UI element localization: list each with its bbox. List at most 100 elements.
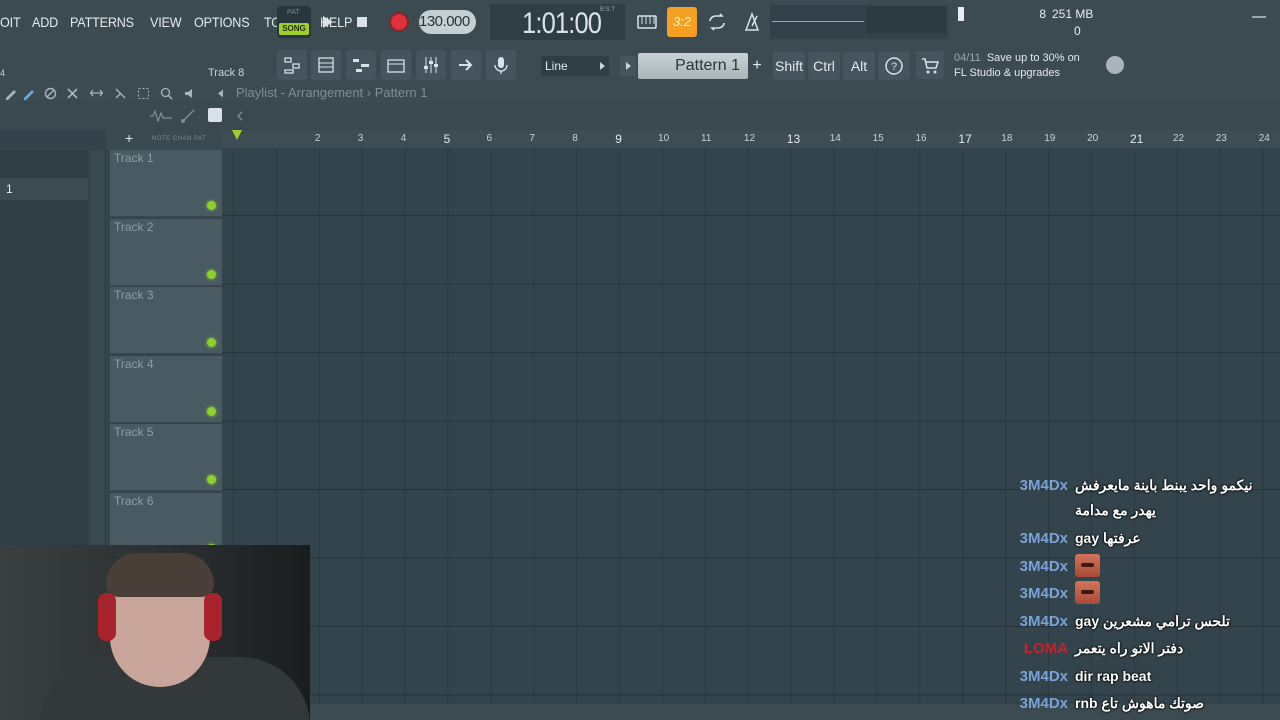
track-hint-label: Track 8: [208, 67, 245, 79]
paint-icon[interactable]: [22, 87, 35, 100]
playhead-marker[interactable]: [232, 130, 242, 140]
waveform-icon[interactable]: [150, 110, 172, 122]
channel-rack-button[interactable]: [311, 50, 341, 80]
ruler-bar-number: 21: [1130, 132, 1144, 146]
emote-icon: [1075, 554, 1100, 577]
track-header[interactable]: Track 5: [110, 424, 222, 491]
song-pattern-switch[interactable]: PAT SONG: [277, 6, 311, 38]
minimize-button[interactable]: [1252, 16, 1266, 18]
plugin-arrow-button[interactable]: [451, 50, 481, 80]
shift-button[interactable]: Shift: [773, 52, 805, 80]
ruler-bar-number: 3: [357, 133, 364, 144]
track-header[interactable]: Track 2: [110, 218, 222, 286]
mixer-icon: [424, 57, 438, 73]
news-panel[interactable]: 04/11 Save up to 30% on FL Studio & upgr…: [954, 51, 1080, 81]
add-track-button[interactable]: +: [125, 130, 133, 146]
speaker-icon[interactable]: [184, 87, 197, 100]
ruler-bar-number: 2: [314, 133, 321, 144]
track-enable-led[interactable]: [207, 338, 216, 347]
chat-text: صوتك ماهوش تاع rnb: [1075, 695, 1205, 711]
ruler-bar-number: 13: [786, 132, 801, 146]
slip-icon[interactable]: [90, 87, 103, 100]
ruler-bar-number: 22: [1172, 133, 1185, 144]
playlist-menu-icon[interactable]: [214, 87, 227, 100]
playlist-window-button[interactable]: [277, 50, 307, 80]
picker-toolbar: [0, 102, 90, 130]
microphone-icon: [494, 57, 508, 74]
track-header[interactable]: Track 1: [110, 150, 222, 217]
pat-mode-label[interactable]: PAT: [287, 9, 300, 16]
track-name: Track 4: [114, 356, 154, 371]
ruler-bar-number: 12: [743, 133, 756, 144]
globe-icon[interactable]: [1106, 56, 1124, 74]
help-button[interactable]: ?: [878, 52, 910, 80]
menu-item[interactable]: VIEW: [150, 14, 182, 30]
webcam-person-hair: [106, 553, 214, 597]
track-enable-led[interactable]: [207, 201, 216, 210]
piano-keys-icon[interactable]: [208, 108, 222, 122]
news-button[interactable]: [916, 51, 944, 79]
piano-roll-icon: [353, 59, 369, 72]
browser-button[interactable]: [381, 50, 411, 80]
piano-roll-button[interactable]: [346, 50, 376, 80]
time-display[interactable]: 1:01:00 B:S:T: [490, 4, 625, 40]
menu-item[interactable]: ADD: [32, 14, 58, 30]
chat-username: 3M4Dx: [1019, 530, 1068, 547]
chat-text: دفتر الاتو راه يتعمر: [1075, 640, 1184, 656]
metronome-button[interactable]: [737, 7, 767, 37]
play-button[interactable]: [318, 12, 338, 32]
ruler-bar-number: 23: [1215, 133, 1227, 144]
pattern-selector[interactable]: Pattern 1: [638, 53, 748, 79]
record-button[interactable]: [389, 12, 409, 32]
track-enable-led[interactable]: [207, 269, 216, 279]
timeline-ruler[interactable]: 2345678910111213141516171819202122232425: [222, 130, 1280, 148]
mute-icon[interactable]: [66, 87, 79, 100]
play-icon: [323, 16, 333, 28]
step-edit-button[interactable]: 3:2: [667, 7, 697, 37]
hint-panel: [866, 7, 946, 33]
chevron-left-icon[interactable]: [236, 111, 244, 121]
tempo-display[interactable]: 130.000: [419, 10, 476, 34]
channel-rack-icon: [318, 57, 334, 73]
menu-item[interactable]: OPTIONS: [194, 14, 250, 30]
chat-message: 3M4Dx: [1000, 581, 1280, 607]
snap-select[interactable]: Line: [541, 56, 609, 76]
picker-item[interactable]: 1: [0, 178, 88, 200]
select-icon[interactable]: [137, 87, 150, 100]
waveform-line: [772, 21, 864, 22]
playlist-icon: [284, 57, 300, 74]
record-icon: [391, 14, 407, 30]
add-pattern-button[interactable]: +: [749, 56, 765, 76]
ruler-bar-number: 11: [701, 133, 712, 144]
zoom-icon[interactable]: [160, 87, 173, 100]
mixer-button[interactable]: [416, 50, 446, 80]
delete-icon[interactable]: [44, 87, 57, 100]
loop-record-button[interactable]: [702, 7, 732, 37]
browser-icon: [387, 59, 405, 73]
track-name: Track 6: [114, 493, 154, 508]
song-mode-label[interactable]: SONG: [279, 23, 309, 35]
record-audio-button[interactable]: [486, 50, 516, 80]
webcam-overlay: [0, 545, 310, 720]
menu-item[interactable]: PATTERNS: [70, 14, 134, 30]
performance-monitor[interactable]: 8 251 MB 0: [956, 5, 1116, 39]
chat-username: 3M4Dx: [1019, 695, 1068, 712]
slice-icon[interactable]: [114, 87, 127, 100]
chat-message: 3M4Dx dir rap beat: [1000, 664, 1280, 690]
automation-icon[interactable]: [180, 108, 196, 124]
ruler-bar-number: 20: [1087, 133, 1099, 144]
arrow-right-icon: [459, 59, 473, 71]
stop-button[interactable]: [352, 12, 372, 32]
pattern-prev-button[interactable]: [620, 56, 636, 76]
menu-item[interactable]: OIT: [0, 14, 21, 30]
track-header-column: + NOTE CHAN PAT Track 1 Track 2 Track 3 Tra…: [106, 130, 222, 560]
track-enable-led[interactable]: [207, 406, 216, 416]
alt-button[interactable]: Alt: [843, 52, 875, 80]
track-header[interactable]: Track 3: [110, 287, 222, 354]
track-header[interactable]: Track 4: [110, 355, 222, 423]
typing-keyboard-button[interactable]: [632, 7, 662, 37]
ruler-bar-number: 16: [915, 133, 927, 144]
pencil-icon[interactable]: [4, 87, 17, 100]
ctrl-button[interactable]: Ctrl: [808, 52, 840, 80]
track-enable-led[interactable]: [207, 475, 216, 484]
